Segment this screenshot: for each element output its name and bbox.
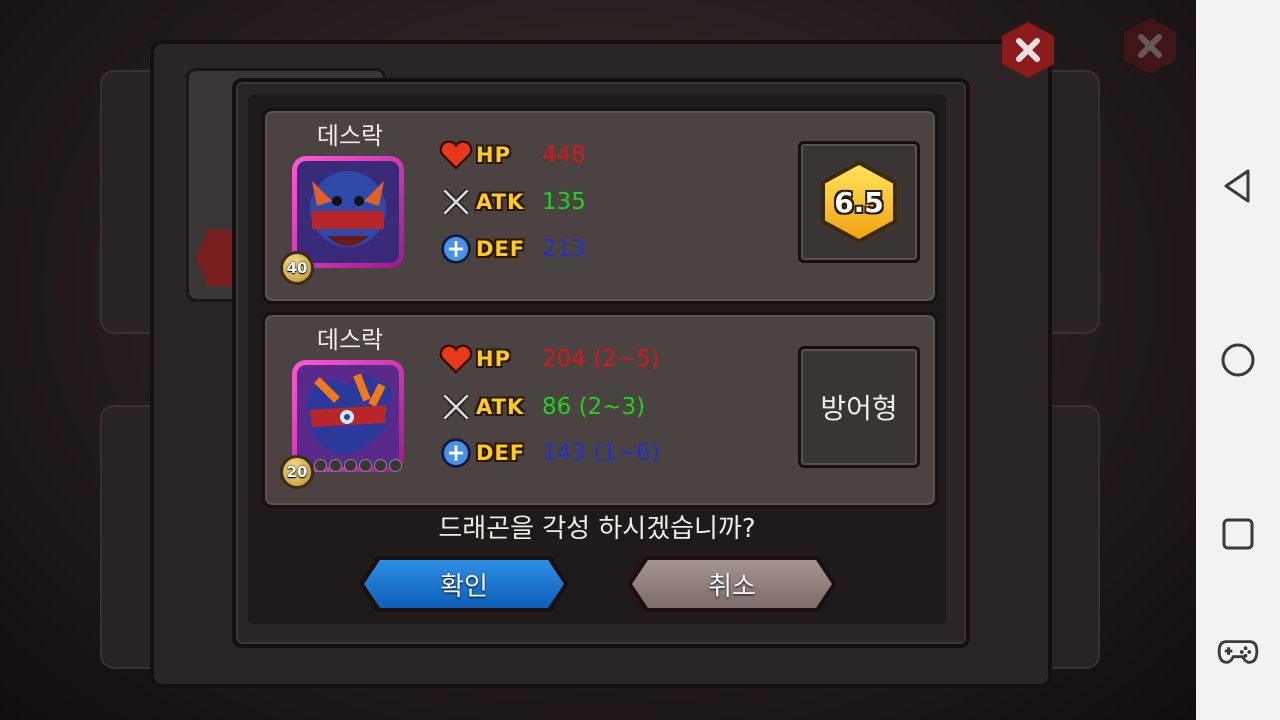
back-button[interactable] xyxy=(1196,156,1280,216)
system-navigation-bar xyxy=(1196,0,1280,720)
dragon-portrait-image xyxy=(297,161,399,263)
close-icon xyxy=(1016,38,1040,62)
hp-label: HP xyxy=(476,347,511,371)
dragon-portrait[interactable] xyxy=(292,360,404,472)
awaken-question: 드래곤을 각성 하시겠습니까? xyxy=(438,514,756,544)
shield-icon xyxy=(438,232,474,266)
confirm-button-label: 확인 xyxy=(440,571,488,602)
def-value: 213 xyxy=(542,236,586,262)
level-badge: 20 xyxy=(280,455,314,489)
level-badge: 40 xyxy=(280,251,314,285)
atk-label: ATK xyxy=(476,395,525,419)
atk-stat-row: ATK 86 (2~3) xyxy=(438,390,645,424)
atk-stat-row: ATK 135 xyxy=(438,185,586,219)
empty-star-icon xyxy=(359,459,372,472)
hp-stat-row: HP 204 (2~5) xyxy=(438,342,660,376)
cancel-button[interactable]: 취소 xyxy=(628,556,836,612)
def-stat-row: DEF 213 xyxy=(438,232,586,266)
empty-star-icon xyxy=(374,459,387,472)
hp-value: 204 (2~5) xyxy=(542,346,660,372)
def-value: 143 (1~6) xyxy=(542,440,660,466)
hp-stat-row: HP 448 xyxy=(438,138,586,172)
close-icon xyxy=(1138,34,1162,58)
crossed-swords-icon xyxy=(438,185,474,219)
gamepad-icon xyxy=(1217,640,1259,664)
crossed-swords-icon xyxy=(438,390,474,424)
dragon-portrait-image xyxy=(297,365,399,467)
hp-label: HP xyxy=(476,143,511,167)
type-box: 방어형 xyxy=(798,346,920,468)
atk-value: 86 (2~3) xyxy=(542,394,646,420)
empty-star-icon xyxy=(344,459,357,472)
def-label: DEF xyxy=(476,441,526,465)
def-stat-row: DEF 143 (1~6) xyxy=(438,436,660,470)
dragon-name: 데스락 xyxy=(316,122,384,150)
def-label: DEF xyxy=(476,237,526,261)
grade-badge: 6.5 xyxy=(821,161,897,243)
dragon-type: 방어형 xyxy=(820,392,898,425)
recents-icon xyxy=(1222,518,1254,550)
heart-icon xyxy=(438,138,474,172)
recents-button[interactable] xyxy=(1196,504,1280,564)
heart-icon xyxy=(438,342,474,376)
grade-box: 6.5 xyxy=(798,141,920,263)
empty-star-icon xyxy=(329,459,342,472)
dragon-portrait[interactable] xyxy=(292,156,404,268)
hp-value: 448 xyxy=(542,142,586,168)
atk-label: ATK xyxy=(476,190,525,214)
shield-icon xyxy=(438,436,474,470)
confirm-button[interactable]: 확인 xyxy=(360,556,568,612)
back-icon xyxy=(1224,169,1250,203)
game-mode-button[interactable] xyxy=(1196,622,1280,682)
dragon-name: 데스락 xyxy=(316,326,384,354)
home-button[interactable] xyxy=(1196,330,1280,390)
grade-value: 6.5 xyxy=(825,165,893,239)
cancel-button-label: 취소 xyxy=(708,571,756,602)
empty-star-icon xyxy=(314,459,327,472)
empty-star-icon xyxy=(389,459,402,472)
home-icon xyxy=(1221,343,1255,377)
star-rating xyxy=(314,459,402,472)
atk-value: 135 xyxy=(542,189,586,215)
